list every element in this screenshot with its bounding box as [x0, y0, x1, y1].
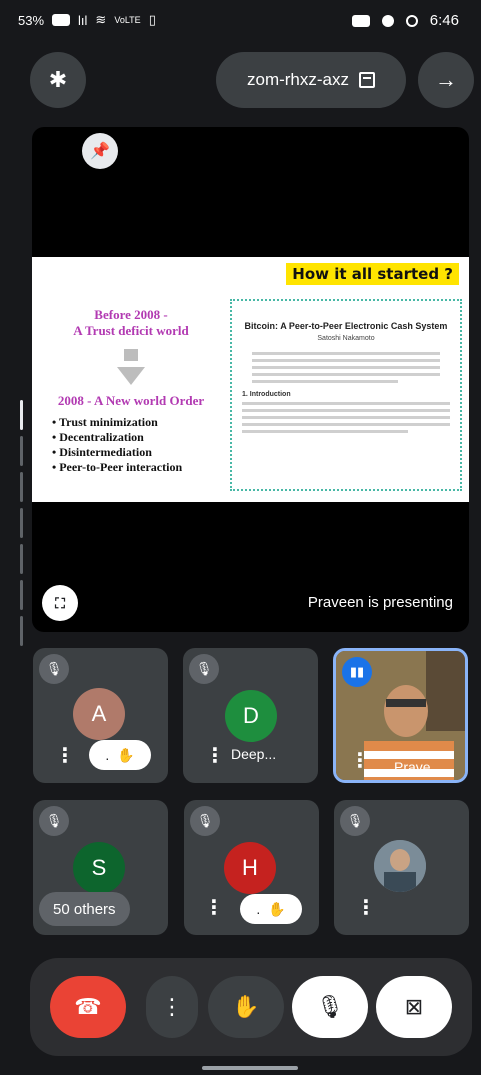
battery-text: 53%	[18, 12, 45, 28]
mic-off-badge: 🎙	[340, 806, 370, 836]
mic-off-icon: 🎙	[45, 661, 63, 676]
audio-wave-icon: ▮▮	[349, 664, 365, 679]
paper-abstract	[242, 352, 450, 383]
more-vert-icon[interactable]: ⋮	[204, 898, 224, 918]
paper-section: 1. Introduction	[242, 391, 291, 398]
avatar: H	[224, 842, 276, 894]
participant-tile-others[interactable]: 🎙 S 50 others	[33, 800, 168, 935]
camera-off-icon: ⊠	[404, 994, 424, 1019]
participant-tile-deep[interactable]: 🎙 D Deep... ⋮	[183, 648, 318, 783]
avatar-photo	[374, 840, 426, 892]
bluetooth-button[interactable]: ✱	[30, 52, 86, 108]
status-time: 6:46	[429, 12, 459, 29]
mic-off-icon: 🎙	[195, 661, 213, 676]
presenter-label: Praveen is presenting	[307, 594, 453, 611]
home-indicator[interactable]	[202, 1066, 298, 1070]
camera-button[interactable]: ⊠	[376, 976, 452, 1038]
raise-hand-button[interactable]: ✋	[208, 976, 284, 1038]
avatar: D	[225, 690, 277, 742]
new-order-text: 2008 - A New world Order	[57, 393, 205, 408]
vibrate-icon: ▯	[148, 12, 156, 27]
mic-off-icon: 🎙	[346, 813, 364, 828]
hand-pill-text: .	[256, 901, 261, 917]
shared-slide: How it all started ? Before 2008 - A Tru…	[32, 257, 469, 502]
end-call-button[interactable]: ☎	[50, 976, 126, 1038]
mic-off-icon: 🎙	[196, 813, 214, 828]
down-arrow-icon	[117, 367, 145, 385]
battery-icon	[52, 14, 71, 26]
wifi-icon: ≋	[95, 12, 107, 27]
fullscreen-button[interactable]: ⛶	[42, 585, 78, 621]
participant-tile-a[interactable]: 🎙 A . ✋ ⋮	[33, 648, 168, 783]
mic-off-badge: 🎙	[189, 654, 219, 684]
call-controls: ☎ ⋮ ✋ 🎙 ⊠	[30, 958, 472, 1056]
mic-off-icon: 🎙	[316, 994, 344, 1019]
bluetooth-icon: ✱	[48, 67, 68, 92]
paper-excerpt: Bitcoin: A Peer-to-Peer Electronic Cash …	[230, 299, 462, 491]
slide-left-column: Before 2008 - A Trust deficit world 2008…	[36, 307, 226, 475]
bullet-item: Disintermediation	[52, 445, 226, 460]
mic-off-badge: 🎙	[190, 806, 220, 836]
mic-off-badge: 🎙	[39, 654, 69, 684]
pin-icon: 📌	[90, 143, 110, 160]
avatar: S	[73, 842, 125, 894]
media-icon	[351, 14, 370, 27]
arrow-right-icon: →	[435, 67, 457, 92]
signal-icon: lıl	[78, 12, 88, 28]
status-left: 53% lıl ≋ VoLTE ▯	[18, 12, 156, 28]
before-text-line2: A Trust deficit world	[73, 323, 189, 338]
bullet-item: Peer-to-Peer interaction	[52, 460, 226, 475]
avatar: A	[73, 688, 125, 740]
mic-off-icon: 🎙	[45, 813, 63, 828]
participant-name: Deep...	[231, 746, 277, 762]
calendar-icon	[359, 72, 375, 88]
more-vert-icon[interactable]: ⋮	[205, 746, 225, 766]
participant-name: Prave...	[394, 759, 443, 775]
paper-title: Bitcoin: A Peer-to-Peer Electronic Cash …	[244, 321, 448, 331]
more-vert-icon[interactable]: ⋮	[350, 751, 370, 771]
before-text-line1: Before 2008 -	[94, 307, 168, 322]
bullet-item: Trust minimization	[52, 415, 226, 430]
mic-off-badge: 🎙	[39, 806, 69, 836]
paper-author: Satoshi Nakamoto	[317, 335, 375, 342]
hand-icon: ✋	[268, 900, 286, 917]
fullscreen-icon: ⛶	[55, 594, 65, 611]
paper-body	[242, 402, 450, 433]
raised-hand-indicator: . ✋	[89, 740, 151, 770]
arrow-shaft	[124, 349, 138, 361]
microphone-button[interactable]: 🎙	[292, 976, 368, 1038]
hand-icon: ✋	[117, 746, 135, 763]
speaking-indicator: ▮▮	[342, 657, 372, 687]
meeting-code: zom-rhxz-axz	[246, 70, 349, 89]
phone-hangup-icon: ☎	[74, 994, 102, 1019]
notification-icon	[381, 14, 394, 27]
raised-hand-indicator: . ✋	[240, 894, 302, 924]
network-text: VoLTE	[114, 15, 141, 25]
presentation-area[interactable]: 📌 How it all started ? Before 2008 - A T…	[32, 127, 469, 632]
hand-icon: ✋	[232, 994, 260, 1019]
participant-tile-photo[interactable]: 🎙 ⋮	[334, 800, 469, 935]
sync-icon	[405, 14, 418, 27]
status-right: 6:46	[351, 12, 459, 29]
status-bar: 53% lıl ≋ VoLTE ▯ 6:46	[0, 0, 481, 44]
slide-title: How it all started ?	[286, 263, 459, 285]
bullet-list: Trust minimization Decentralization Disi…	[52, 415, 226, 475]
pin-button[interactable]: 📌	[82, 133, 118, 169]
participant-tile-prave[interactable]: ▮▮ Prave... ⋮	[333, 648, 468, 783]
more-vert-icon: ⋮	[161, 994, 183, 1019]
others-count-badge[interactable]: 50 others	[39, 892, 130, 926]
avatar	[374, 840, 426, 892]
more-options-button[interactable]: ⋮	[146, 976, 198, 1038]
more-vert-icon[interactable]: ⋮	[356, 898, 376, 918]
more-vert-icon[interactable]: ⋮	[55, 746, 75, 766]
forward-button[interactable]: →	[418, 52, 474, 108]
bullet-item: Decentralization	[52, 430, 226, 445]
hand-pill-text: .	[105, 747, 110, 763]
scroll-indicator[interactable]	[20, 400, 24, 680]
participant-tile-h[interactable]: 🎙 H . ✋ ⋮	[184, 800, 319, 935]
meeting-info-button[interactable]: zom-rhxz-axz	[216, 52, 406, 108]
